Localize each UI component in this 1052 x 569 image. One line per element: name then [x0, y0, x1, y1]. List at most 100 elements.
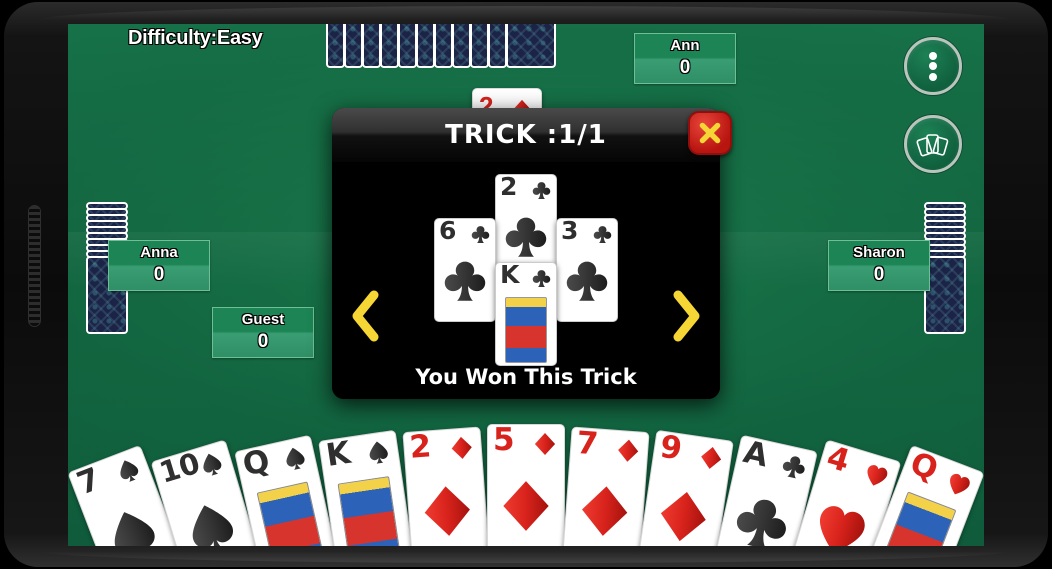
- close-glyph: [699, 122, 721, 144]
- card-corner-pip: [779, 451, 808, 482]
- card-rank: 7: [575, 426, 600, 463]
- hand-card[interactable]: 9: [637, 430, 734, 546]
- hearts-pip-icon: [819, 506, 865, 546]
- card-back: [488, 24, 507, 68]
- clubs-pip-icon: [782, 455, 805, 478]
- card-center-pip: [97, 499, 168, 546]
- card-rank: Q: [239, 442, 274, 484]
- card-center-pip: [443, 257, 487, 305]
- scorebox-guest: Guest 0: [212, 307, 314, 358]
- card-corner-pip: [281, 443, 310, 474]
- game-screen: Difficulty:Easy Ann 0 Anna 0 Sharon 0 Gu…: [68, 24, 984, 546]
- hand-card[interactable]: 7: [562, 426, 650, 546]
- clubs-pip-icon: [593, 226, 612, 244]
- scorebox-ann: Ann 0: [634, 33, 736, 84]
- diamonds-pip-icon: [618, 439, 639, 462]
- player-name-anna: Anna: [140, 244, 178, 261]
- clubs-pip-icon: [444, 261, 486, 301]
- player-name-sharon: Sharon: [853, 244, 905, 261]
- card-corner-pip: [532, 268, 551, 289]
- card-rank: 7: [72, 460, 106, 503]
- modal-titlebar: TRICK :1/1: [332, 108, 732, 162]
- player-hand: 7 10 Q K 2 5 7 9 A 4 Q: [68, 406, 984, 546]
- court-figure: [505, 297, 547, 363]
- modal-title: TRICK :1/1: [445, 120, 607, 150]
- card-center-pip: [806, 493, 874, 546]
- card-back: [326, 24, 345, 68]
- card-rank: Q: [905, 445, 943, 489]
- trick-card-bottom: K: [495, 262, 557, 366]
- card-rank: 6: [439, 218, 457, 245]
- clubs-pip-icon: [471, 226, 490, 244]
- diamonds-pip-icon: [424, 486, 470, 537]
- player-name-ann: Ann: [670, 37, 700, 54]
- court-figure: [337, 476, 401, 546]
- diamonds-pip-icon: [582, 486, 628, 537]
- trick-result-text: You Won This Trick: [415, 365, 637, 389]
- card-back: [344, 24, 363, 68]
- hearts-pip-icon: [950, 473, 970, 495]
- player-score-guest: 0: [257, 331, 269, 352]
- card-back: [416, 24, 435, 68]
- card-corner-pip: [697, 444, 725, 473]
- card-back: [380, 24, 399, 68]
- card-rank: K: [500, 262, 520, 289]
- card-corner-pip: [532, 180, 551, 201]
- right-card-deck: [924, 202, 966, 334]
- clubs-pip-icon: [532, 182, 551, 200]
- card-rank: A: [740, 434, 772, 474]
- speaker-grille: [28, 205, 41, 327]
- spades-pip-icon: [192, 505, 233, 546]
- player-score-sharon: 0: [873, 264, 885, 285]
- clubs-pip-icon: [736, 499, 786, 546]
- card-center-pip: [652, 484, 714, 546]
- chevron-right-icon[interactable]: [670, 290, 704, 342]
- spades-pip-icon: [120, 460, 139, 482]
- diamonds-pip-icon: [451, 437, 472, 460]
- card-back: [506, 24, 556, 68]
- device-frame: Difficulty:Easy Ann 0 Anna 0 Sharon 0 Gu…: [0, 0, 1052, 569]
- card-center-pip: [177, 493, 245, 546]
- card-center-pip: [565, 257, 609, 305]
- trick-modal: TRICK :1/1 2 6 3 K You Won This Trick: [332, 108, 732, 399]
- card-back: [452, 24, 471, 68]
- diamonds-pip-icon: [503, 481, 549, 531]
- card-rank: 4: [822, 439, 854, 480]
- card-corner-pip: [615, 437, 641, 465]
- card-corner-pip: [861, 459, 891, 491]
- card-rank: 9: [657, 430, 685, 468]
- three-dots-menu-icon[interactable]: [904, 37, 962, 95]
- clubs-pip-icon: [505, 217, 547, 257]
- scorebox-anna: Anna 0: [108, 240, 210, 291]
- court-figure: [879, 491, 957, 546]
- scorebox-sharon: Sharon 0: [828, 240, 930, 291]
- hearts-pip-icon: [867, 464, 888, 486]
- card-center-pip: [729, 489, 794, 546]
- player-score-anna: 0: [153, 264, 165, 285]
- card-rank: 2: [500, 174, 518, 201]
- trick-card-right: 3: [556, 218, 618, 322]
- card-corner-pip: [471, 224, 490, 245]
- diamonds-pip-icon: [701, 447, 722, 470]
- chevron-left-icon[interactable]: [348, 290, 382, 342]
- clubs-pip-icon: [532, 270, 551, 288]
- spades-pip-icon: [286, 447, 305, 470]
- court-figure: [256, 481, 325, 546]
- card-rank: 10: [155, 445, 204, 490]
- card-back: [470, 24, 489, 68]
- card-corner-pip: [365, 438, 393, 467]
- close-x-icon[interactable]: [688, 111, 732, 155]
- difficulty-label: Difficulty:Easy: [128, 27, 263, 49]
- card-rank: 3: [561, 218, 579, 245]
- hand-card[interactable]: K: [318, 430, 415, 546]
- card-center-pip: [418, 480, 476, 542]
- trick-card-left: 6: [434, 218, 496, 322]
- card-corner-pip: [593, 224, 612, 245]
- fanned-cards-icon[interactable]: [904, 115, 962, 173]
- card-back: [924, 256, 966, 334]
- card-back: [362, 24, 381, 68]
- clubs-pip-icon: [566, 261, 608, 301]
- hand-card[interactable]: 5: [487, 424, 565, 546]
- diamonds-pip-icon: [534, 432, 556, 456]
- hand-card[interactable]: 2: [402, 426, 490, 546]
